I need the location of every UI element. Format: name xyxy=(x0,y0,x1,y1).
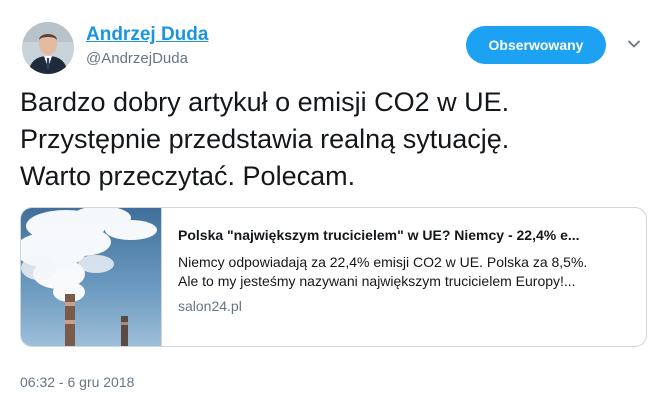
avatar[interactable] xyxy=(22,22,74,74)
author-handle[interactable]: @AndrzejDuda xyxy=(86,50,188,67)
tweet-timestamp[interactable]: 06:32 - 6 gru 2018 xyxy=(20,374,134,390)
following-button[interactable]: Obserwowany xyxy=(466,26,606,64)
card-description-line: Ale to my jesteśmy nazywani największym … xyxy=(178,273,576,289)
card-body: Polska "największym trucicielem" w UE? N… xyxy=(161,208,646,346)
card-domain: salon24.pl xyxy=(178,298,242,314)
tweet-line: Przystępnie przedstawia realną sytuację. xyxy=(20,124,510,154)
avatar-photo-icon xyxy=(22,22,74,74)
card-image xyxy=(21,208,161,346)
author-name[interactable]: Andrzej Duda xyxy=(86,24,208,46)
chevron-down-icon[interactable] xyxy=(626,36,642,52)
tweet-line: Warto przeczytać. Polecam. xyxy=(20,161,356,191)
card-description-line: Niemcy odpowiadają za 22,4% emisji CO2 w… xyxy=(178,254,588,270)
card-title: Polska "największym trucicielem" w UE? N… xyxy=(178,227,580,243)
card-description: Niemcy odpowiadają za 22,4% emisji CO2 w… xyxy=(178,253,634,291)
link-preview-card[interactable]: Polska "największym trucicielem" w UE? N… xyxy=(20,207,647,347)
tweet-line: Bardzo dobry artykuł o emisji CO2 w UE. xyxy=(20,87,510,117)
tweet-text: Bardzo dobry artykuł o emisji CO2 w UE. … xyxy=(20,84,650,195)
smokestack-photo-icon xyxy=(21,208,161,346)
